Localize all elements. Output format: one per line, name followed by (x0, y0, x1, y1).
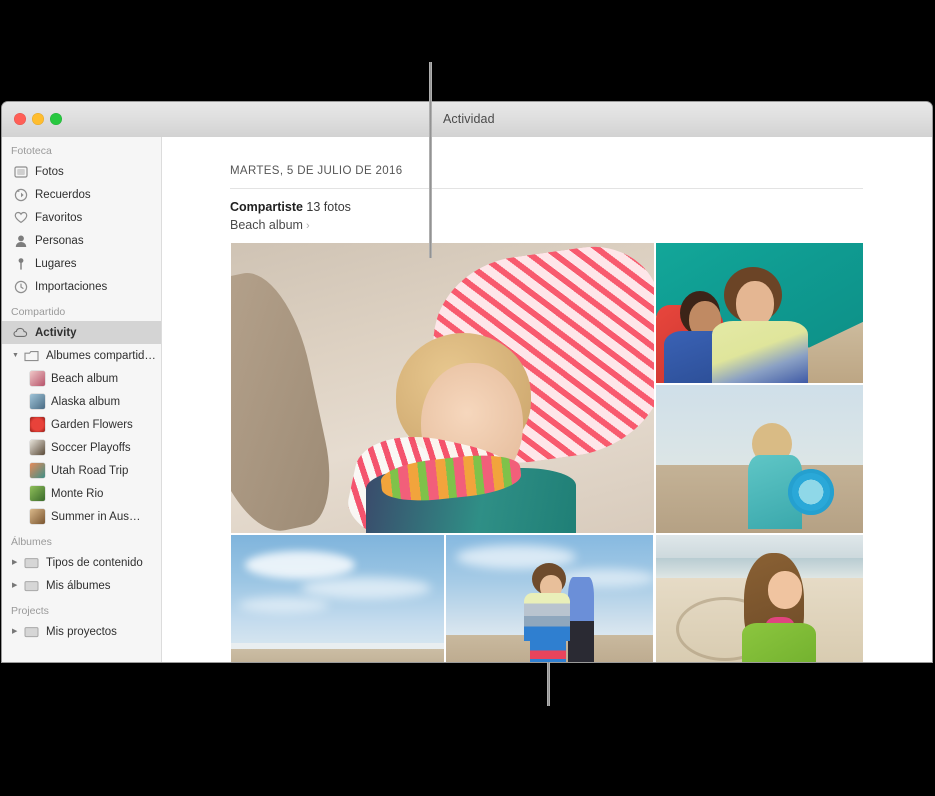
sidebar-item-label: Soccer Playoffs (51, 442, 131, 454)
sidebar-item-label: Importaciones (35, 281, 107, 293)
sidebar-item-personas[interactable]: Personas (2, 229, 161, 252)
album-link-label: Beach album (230, 218, 303, 232)
sidebar-item-label: Fotos (35, 166, 64, 178)
sidebar-item-mis-albumes[interactable]: ▶ Mis álbumes (2, 574, 161, 597)
sidebar-item-mis-proyectos[interactable]: ▶ Mis proyectos (2, 620, 161, 643)
sidebar-item-utah-road-trip[interactable]: Utah Road Trip (2, 459, 161, 482)
callout-line-bottom (547, 662, 550, 706)
pin-icon (12, 256, 29, 271)
album-thumbnail (30, 486, 45, 501)
album-thumbnail (30, 509, 45, 524)
memories-icon (12, 187, 29, 202)
photos-icon (12, 164, 29, 179)
window-title: Actividad (443, 112, 495, 126)
sidebar-item-monte-rio[interactable]: Monte Rio (2, 482, 161, 505)
folder-icon (23, 624, 40, 639)
album-thumbnail (30, 394, 45, 409)
sidebar-item-label: Personas (35, 235, 84, 247)
sidebar-item-lugares[interactable]: Lugares (2, 252, 161, 275)
sidebar-item-label: Recuerdos (35, 189, 91, 201)
heart-icon (12, 210, 29, 225)
cloud-icon (12, 325, 29, 340)
sidebar-item-garden-flowers[interactable]: Garden Flowers (2, 413, 161, 436)
sidebar-item-recuerdos[interactable]: Recuerdos (2, 183, 161, 206)
zoom-button[interactable] (50, 113, 62, 125)
sidebar-item-alaska-album[interactable]: Alaska album (2, 390, 161, 413)
close-button[interactable] (14, 113, 26, 125)
sidebar-item-label: Activity (35, 327, 77, 339)
album-thumbnail (30, 463, 45, 478)
folder-icon (23, 348, 40, 363)
sidebar-group-projects: Projects (2, 597, 161, 620)
clock-icon (12, 279, 29, 294)
disclosure-triangle-closed-icon[interactable]: ▶ (12, 582, 21, 589)
sidebar[interactable]: Fototeca Fotos Recuerdos Favoritos (2, 137, 162, 662)
share-author: Compartiste (230, 200, 303, 214)
sidebar-item-label: Monte Rio (51, 488, 103, 500)
sidebar-item-label: Tipos de contenido (46, 557, 143, 569)
sidebar-item-summer-in-australia[interactable]: Summer in Aus… (2, 505, 161, 528)
sidebar-item-label: Mis proyectos (46, 626, 117, 638)
screenshot-root: Actividad Fototeca Fotos Recuerdos (0, 0, 935, 796)
sidebar-item-label: Favoritos (35, 212, 82, 224)
sidebar-group-compartido: Compartido (2, 298, 161, 321)
photo-thumbnail[interactable] (446, 535, 653, 662)
sidebar-item-label: Garden Flowers (51, 419, 133, 431)
sidebar-group-fototeca: Fototeca (2, 137, 161, 160)
sidebar-group-albumes: Álbumes (2, 528, 161, 551)
sidebar-item-tipos-de-contenido[interactable]: ▶ Tipos de contenido (2, 551, 161, 574)
date-header: MARTES, 5 DE JULIO DE 2016 (230, 165, 403, 177)
sidebar-item-activity[interactable]: Activity (2, 321, 161, 344)
sidebar-item-label: Álbumes compartid… (46, 350, 156, 362)
section-divider (230, 188, 863, 189)
share-summary: Compartiste 13 fotos (230, 200, 351, 214)
sidebar-item-importaciones[interactable]: Importaciones (2, 275, 161, 298)
sidebar-item-beach-album[interactable]: Beach album (2, 367, 161, 390)
window-titlebar: Actividad (2, 102, 932, 138)
folder-icon (23, 555, 40, 570)
activity-content: MARTES, 5 DE JULIO DE 2016 Compartiste 1… (162, 137, 932, 662)
sidebar-item-fotos[interactable]: Fotos (2, 160, 161, 183)
album-thumbnail (30, 417, 45, 432)
sidebar-item-label: Lugares (35, 258, 77, 270)
share-photo-count: 13 fotos (306, 200, 350, 214)
sidebar-item-label: Beach album (51, 373, 118, 385)
folder-icon (23, 578, 40, 593)
sidebar-item-label: Alaska album (51, 396, 120, 408)
sidebar-item-label: Summer in Aus… (51, 511, 140, 523)
photos-app-window: Actividad Fototeca Fotos Recuerdos (2, 102, 932, 662)
album-link[interactable]: Beach album› (230, 218, 310, 232)
disclosure-triangle-closed-icon[interactable]: ▶ (12, 559, 21, 566)
album-thumbnail (30, 371, 45, 386)
minimize-button[interactable] (32, 113, 44, 125)
photo-thumbnail[interactable] (656, 385, 863, 533)
photo-thumbnail[interactable] (656, 535, 863, 662)
sidebar-item-label: Mis álbumes (46, 580, 111, 592)
sidebar-item-albumes-compartidos[interactable]: ▼ Álbumes compartid… (2, 344, 161, 367)
photo-thumbnail[interactable] (231, 243, 654, 533)
disclosure-triangle-open-icon[interactable]: ▼ (12, 352, 21, 359)
sidebar-item-favoritos[interactable]: Favoritos (2, 206, 161, 229)
callout-line-top (429, 62, 432, 258)
sidebar-item-soccer-playoffs[interactable]: Soccer Playoffs (2, 436, 161, 459)
chevron-right-icon: › (306, 220, 310, 232)
photo-thumbnail[interactable] (656, 243, 863, 383)
disclosure-triangle-closed-icon[interactable]: ▶ (12, 628, 21, 635)
album-thumbnail (30, 440, 45, 455)
sidebar-item-label: Utah Road Trip (51, 465, 128, 477)
photo-thumbnail[interactable] (231, 535, 444, 662)
person-icon (12, 233, 29, 248)
